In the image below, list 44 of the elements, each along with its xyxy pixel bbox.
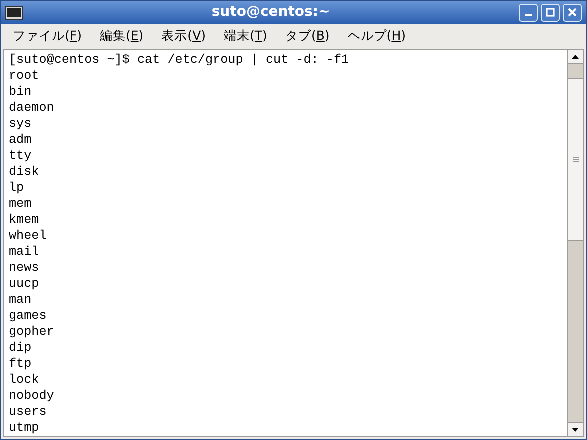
- terminal-line: daemon: [9, 100, 54, 116]
- scrollbar[interactable]: [567, 50, 583, 436]
- scroll-thumb[interactable]: [568, 78, 583, 241]
- maximize-button[interactable]: [541, 4, 560, 22]
- terminal-line: games: [9, 308, 47, 324]
- terminal-line: mem: [9, 196, 32, 212]
- terminal-line: utmp: [9, 420, 40, 436]
- terminal-line: users: [9, 404, 47, 420]
- terminal-line: sys: [9, 116, 32, 132]
- menu-item[interactable]: ヘルプ(H): [348, 27, 406, 46]
- terminal-line: lock: [9, 372, 40, 388]
- grip-icon: [572, 156, 578, 162]
- terminal-line: root: [9, 68, 40, 84]
- window-title: suto@centos:~: [212, 3, 330, 22]
- terminal-line: lp: [9, 180, 24, 196]
- terminal-line: dip: [9, 340, 32, 356]
- menu-item[interactable]: タブ(B): [285, 27, 330, 46]
- terminal-line: wheel: [9, 228, 47, 244]
- menu-item[interactable]: 編集(E): [100, 27, 144, 46]
- close-button[interactable]: [563, 4, 582, 22]
- terminal-line: mail: [9, 244, 40, 260]
- terminal-icon: [5, 6, 23, 20]
- terminal-line: gopher: [9, 324, 54, 340]
- terminal-line: man: [9, 292, 32, 308]
- terminal-line: adm: [9, 132, 32, 148]
- menu-item[interactable]: 表示(V): [162, 27, 206, 46]
- menu-item[interactable]: ファイル(F): [13, 27, 82, 46]
- terminal-line: disk: [9, 164, 40, 180]
- maximize-icon: [546, 8, 555, 17]
- minimize-button[interactable]: [519, 4, 538, 22]
- terminal-line: tty: [9, 148, 32, 164]
- terminal-line: news: [9, 260, 40, 276]
- scroll-up-button[interactable]: [568, 50, 583, 64]
- scroll-down-button[interactable]: [568, 422, 583, 436]
- terminal-line: bin: [9, 84, 32, 100]
- terminal-line: [suto@centos ~]$ cat /etc/group | cut -d: -f1: [9, 52, 350, 68]
- close-icon: [568, 8, 577, 17]
- down-triangle-icon: [572, 428, 579, 432]
- terminal-line: uucp: [9, 276, 40, 292]
- terminal-line: ftp: [9, 356, 32, 372]
- menu-item[interactable]: 端末(T): [224, 27, 268, 46]
- up-triangle-icon: [572, 54, 579, 58]
- terminal-line: kmem: [9, 212, 40, 228]
- terminal-line: nobody: [9, 388, 54, 404]
